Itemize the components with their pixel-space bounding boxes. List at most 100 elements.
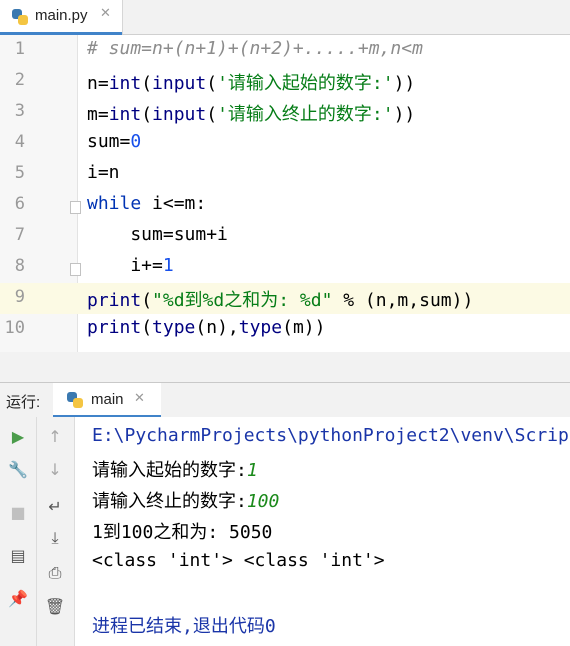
arrow-up-icon[interactable]: ↑ bbox=[37, 423, 73, 451]
console-prompt: 请输入终止的数字: bbox=[92, 491, 247, 512]
editor-tab-main-py[interactable]: main.py ✕ bbox=[0, 0, 123, 35]
trash-icon[interactable]: 🗑 bbox=[37, 593, 73, 621]
run-tab-main[interactable]: main ✕ bbox=[53, 383, 161, 418]
run-toolbar-left: ▶ 🔧 ■ ▤ 📌 bbox=[0, 417, 37, 646]
code-token: % (n,m,sum)) bbox=[332, 290, 474, 311]
code-token: i=n bbox=[87, 162, 120, 183]
console-result-line: 1到100之和为: 5050 bbox=[92, 522, 273, 543]
code-line[interactable]: 1 # sum=n+(n+1)+(n+2)+.....+m,n<m bbox=[0, 35, 570, 66]
code-token: ( bbox=[141, 73, 153, 94]
run-tool-window-header: 运行: main ✕ bbox=[0, 382, 570, 418]
soft-wrap-icon[interactable]: ↵ bbox=[37, 493, 73, 521]
code-token: n= bbox=[87, 73, 109, 94]
layout-icon[interactable]: ▤ bbox=[0, 542, 36, 570]
close-icon[interactable]: ✕ bbox=[100, 6, 111, 21]
line-number: 8 bbox=[14, 256, 25, 276]
code-token: i<=m: bbox=[141, 193, 207, 214]
panel-separator[interactable] bbox=[0, 352, 570, 382]
code-text: print("%d到%d之和为: %d" % (n,m,sum)) bbox=[87, 286, 473, 312]
code-token: int bbox=[108, 104, 142, 125]
print-icon[interactable]: ⎙ bbox=[37, 559, 73, 587]
code-token: ( bbox=[141, 104, 153, 125]
code-text: n=int(input('请输入起始的数字:')) bbox=[87, 69, 415, 95]
console-interpreter-path[interactable]: E:\PycharmProjects\pythonProject2\venv\S… bbox=[92, 425, 569, 446]
console-exit-line: 进程已结束,退出代码0 bbox=[92, 616, 276, 637]
code-text: sum=0 bbox=[87, 131, 141, 152]
code-token: sum= bbox=[87, 131, 131, 152]
code-token: sum=sum+i bbox=[87, 224, 228, 245]
code-line[interactable]: 4 sum=0 bbox=[0, 128, 570, 159]
code-token: type bbox=[238, 317, 283, 338]
code-text: i+=1 bbox=[87, 255, 174, 276]
console-user-input: 1 bbox=[246, 460, 258, 481]
code-token: print bbox=[87, 290, 142, 311]
code-token: m= bbox=[87, 104, 109, 125]
line-number: 3 bbox=[14, 101, 25, 121]
code-token: )) bbox=[393, 104, 416, 125]
run-console[interactable]: E:\PycharmProjects\pythonProject2\venv\S… bbox=[75, 417, 570, 646]
code-text: while i<=m: bbox=[87, 193, 206, 214]
line-number: 4 bbox=[14, 132, 25, 152]
code-text: i=n bbox=[87, 162, 120, 183]
code-line[interactable]: 2 n=int(input('请输入起始的数字:')) bbox=[0, 66, 570, 97]
scroll-to-end-icon[interactable]: ⤓ bbox=[37, 524, 73, 552]
code-token: i+= bbox=[87, 255, 163, 276]
wrench-icon[interactable]: 🔧 bbox=[0, 456, 36, 484]
code-text: m=int(input('请输入终止的数字:')) bbox=[87, 100, 415, 126]
code-token: (n), bbox=[195, 317, 239, 338]
line-number: 10 bbox=[4, 318, 25, 338]
code-line[interactable]: 9 print("%d到%d之和为: %d" % (n,m,sum)) bbox=[0, 283, 570, 314]
close-icon[interactable]: ✕ bbox=[134, 391, 145, 406]
code-editor[interactable]: 1 # sum=n+(n+1)+(n+2)+.....+m,n<m 2 n=int(i… bbox=[0, 35, 570, 352]
code-token: ( bbox=[206, 104, 218, 125]
console-user-input: 100 bbox=[246, 491, 280, 512]
editor-tab-bar: main.py ✕ bbox=[0, 0, 570, 35]
python-run-icon bbox=[67, 392, 83, 408]
editor-tab-label: main.py bbox=[35, 7, 88, 24]
console-line-input-end: 请输入终止的数字:100 bbox=[92, 487, 279, 513]
line-number: 9 bbox=[14, 287, 25, 307]
code-token: int bbox=[108, 73, 142, 94]
code-token: input bbox=[152, 73, 207, 94]
line-number: 5 bbox=[14, 163, 25, 183]
code-token: )) bbox=[393, 73, 416, 94]
stop-icon[interactable]: ■ bbox=[0, 499, 36, 527]
run-toolbar-right: ↑ ↓ ↵ ⤓ ⎙ 🗑 bbox=[37, 417, 75, 646]
code-line[interactable]: 7 sum=sum+i bbox=[0, 221, 570, 252]
code-token: ( bbox=[141, 317, 153, 338]
code-token: ( bbox=[141, 290, 153, 311]
pin-icon[interactable]: 📌 bbox=[0, 585, 36, 613]
arrow-down-icon[interactable]: ↓ bbox=[37, 456, 73, 484]
code-line[interactable]: 8 i+=1 bbox=[0, 252, 570, 283]
code-token: 0 bbox=[130, 131, 142, 152]
code-token: input bbox=[152, 104, 207, 125]
line-number: 7 bbox=[14, 225, 25, 245]
console-types-line: <class 'int'> <class 'int'> bbox=[92, 550, 385, 571]
code-token: '请输入起始的数字:' bbox=[217, 73, 394, 94]
code-token: type bbox=[152, 317, 196, 338]
code-token: while bbox=[87, 193, 142, 214]
run-label: 运行: bbox=[6, 394, 41, 411]
code-line[interactable]: 6 while i<=m: bbox=[0, 190, 570, 221]
fold-marker-icon[interactable] bbox=[70, 263, 81, 276]
code-line[interactable]: 5 i=n bbox=[0, 159, 570, 190]
line-number: 6 bbox=[14, 194, 25, 214]
fold-marker-icon[interactable] bbox=[70, 201, 81, 214]
code-line[interactable]: 3 m=int(input('请输入终止的数字:')) bbox=[0, 97, 570, 128]
code-text: # sum=n+(n+1)+(n+2)+.....+m,n<m bbox=[87, 38, 423, 59]
code-token: # sum=n+(n+1)+(n+2)+.....+m,n<m bbox=[87, 38, 423, 59]
code-token: "%d到%d之和为: %d" bbox=[152, 290, 333, 311]
run-tab-label: main bbox=[91, 391, 124, 408]
console-prompt: 请输入起始的数字: bbox=[92, 460, 247, 481]
code-token: ( bbox=[206, 73, 218, 94]
code-token: print bbox=[87, 317, 142, 338]
run-icon[interactable]: ▶ bbox=[0, 423, 36, 451]
code-text: print(type(n),type(m)) bbox=[87, 317, 325, 338]
code-token: (m)) bbox=[282, 317, 326, 338]
code-token: '请输入终止的数字:' bbox=[217, 104, 394, 125]
line-number: 1 bbox=[14, 39, 25, 59]
code-token: 1 bbox=[162, 255, 174, 276]
python-file-icon bbox=[12, 9, 28, 25]
code-line[interactable]: 10 print(type(n),type(m)) bbox=[0, 314, 570, 345]
line-number: 2 bbox=[14, 70, 25, 90]
